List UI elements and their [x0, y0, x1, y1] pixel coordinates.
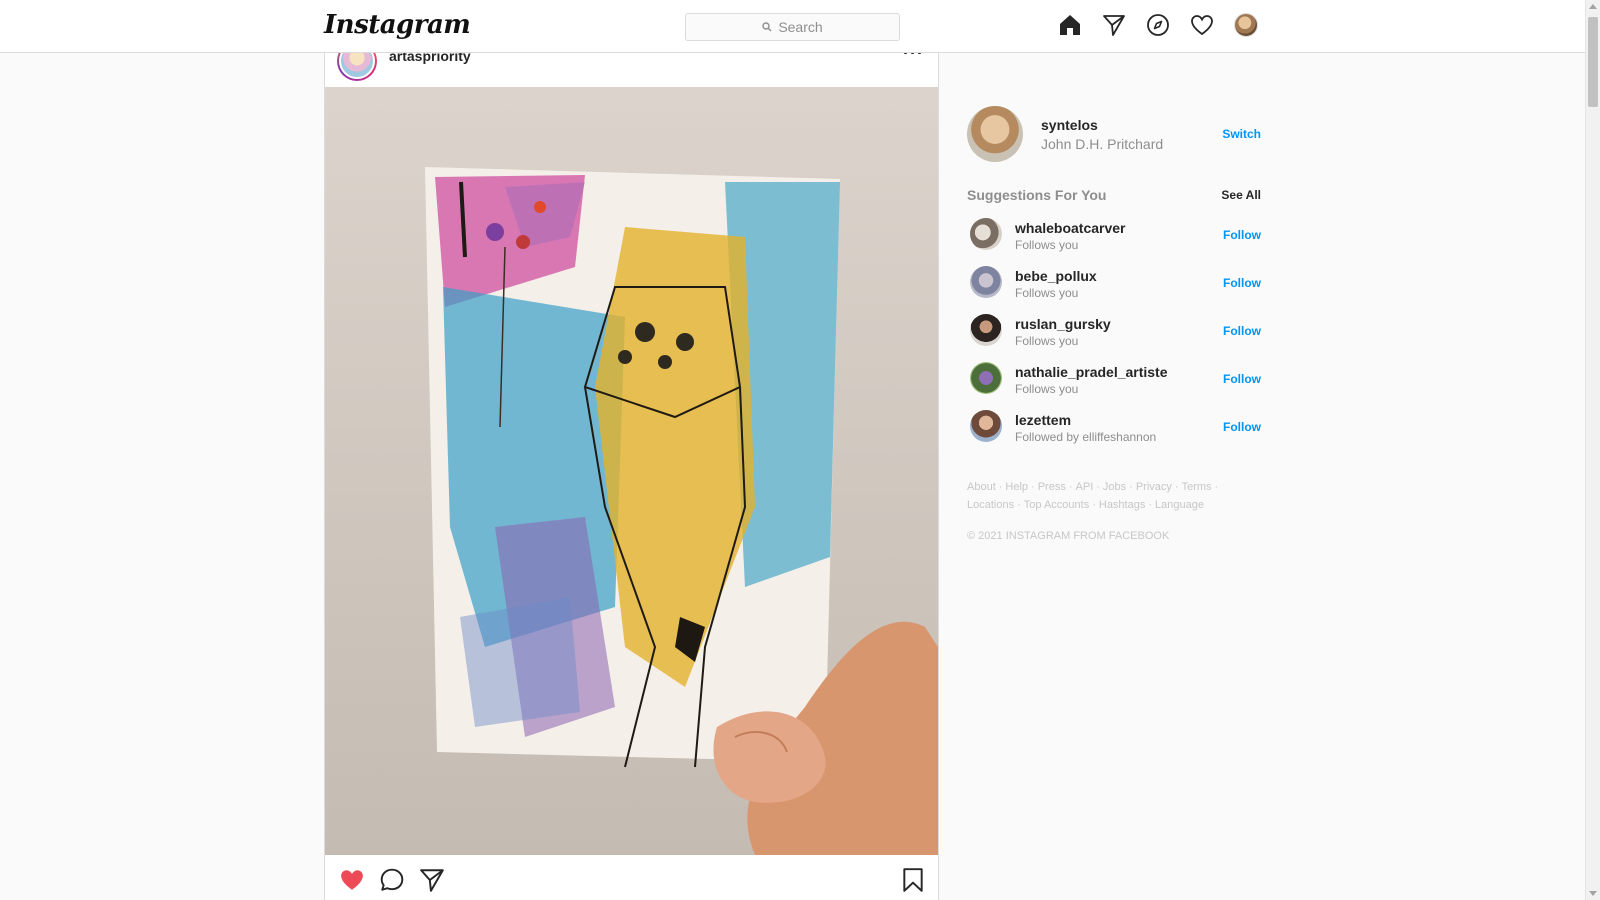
suggestion-username[interactable]: whaleboatcarver [1015, 220, 1126, 236]
footer-link-hashtags[interactable]: Hashtags [1099, 499, 1145, 511]
follow-button[interactable]: Follow [1223, 324, 1261, 338]
current-user-card: syntelos John D.H. Pritchard Switch [967, 106, 1261, 162]
current-user-avatar[interactable] [967, 106, 1023, 162]
suggestion-item: nathalie_pradel_artiste Follows you Foll… [967, 358, 1261, 406]
nav-icons [1058, 13, 1258, 37]
suggestion-item: whaleboatcarver Follows you Follow [967, 214, 1261, 262]
page-scrollbar[interactable] [1585, 0, 1600, 900]
footer-link-terms[interactable]: Terms [1182, 481, 1212, 493]
direct-icon[interactable] [1102, 13, 1126, 37]
home-icon[interactable] [1058, 13, 1082, 37]
current-user-username[interactable]: syntelos [1041, 117, 1098, 133]
post-image[interactable] [325, 87, 938, 855]
footer-link-press[interactable]: Press [1038, 481, 1066, 493]
scroll-up-arrow-icon[interactable] [1589, 4, 1597, 9]
suggestion-item: lezettem Followed by elliffeshannon Foll… [967, 406, 1261, 454]
follow-button[interactable]: Follow [1223, 228, 1261, 242]
suggestion-subtitle: Follows you [1015, 286, 1079, 300]
scrollbar-thumb[interactable] [1588, 17, 1598, 107]
current-user-fullname: John D.H. Pritchard [1041, 136, 1164, 152]
footer-link-about[interactable]: About [967, 481, 996, 493]
suggestion-avatar[interactable] [970, 314, 1002, 346]
suggestion-item: ruslan_gursky Follows you Follow [967, 310, 1261, 358]
suggestion-avatar[interactable] [970, 218, 1002, 250]
search-icon [762, 22, 772, 32]
footer-link-locations[interactable]: Locations [967, 499, 1014, 511]
footer-link-help[interactable]: Help [1005, 481, 1028, 493]
suggestions-header: Suggestions For You See All [967, 187, 1261, 203]
suggestion-subtitle: Followed by elliffeshannon [1015, 430, 1157, 444]
see-all-link[interactable]: See All [1221, 188, 1261, 202]
save-bookmark-icon[interactable] [900, 867, 926, 893]
suggestions-list: whaleboatcarver Follows you Follow bebe_… [967, 214, 1261, 454]
watercolor-painting-photo [325, 87, 938, 855]
suggestion-subtitle: Follows you [1015, 382, 1079, 396]
footer-link-api[interactable]: API [1076, 481, 1094, 493]
footer-links: About · Help · Press · API · Jobs · Privacy · Terms ·… [967, 481, 1219, 511]
follow-button[interactable]: Follow [1223, 276, 1261, 290]
explore-icon[interactable] [1146, 13, 1170, 37]
share-icon[interactable] [419, 867, 445, 893]
search-input[interactable]: Search [685, 13, 900, 41]
suggestion-avatar[interactable] [970, 362, 1002, 394]
follow-button[interactable]: Follow [1223, 420, 1261, 434]
feed-post: artaspriority ··· [324, 30, 939, 900]
copyright: © 2021 INSTAGRAM FROM FACEBOOK [967, 530, 1170, 542]
like-heart-icon[interactable] [339, 867, 365, 893]
search-placeholder: Search [778, 19, 823, 35]
footer-link-language[interactable]: Language [1155, 499, 1204, 511]
footer-link-top-accounts[interactable]: Top Accounts [1024, 499, 1089, 511]
suggestions-title: Suggestions For You [967, 187, 1107, 203]
suggestion-subtitle: Follows you [1015, 334, 1079, 348]
instagram-logo[interactable]: Instagram [324, 10, 471, 40]
scroll-down-arrow-icon[interactable] [1589, 891, 1597, 896]
follow-button[interactable]: Follow [1223, 372, 1261, 386]
suggestion-username[interactable]: nathalie_pradel_artiste [1015, 364, 1168, 380]
suggestion-avatar[interactable] [970, 410, 1002, 442]
top-nav: Instagram Search [0, 0, 1585, 53]
footer-link-privacy[interactable]: Privacy [1136, 481, 1172, 493]
suggestion-username[interactable]: bebe_pollux [1015, 268, 1097, 284]
suggestion-item: bebe_pollux Follows you Follow [967, 262, 1261, 310]
suggestion-subtitle: Follows you [1015, 238, 1079, 252]
activity-heart-icon[interactable] [1190, 13, 1214, 37]
suggestion-username[interactable]: lezettem [1015, 412, 1071, 428]
comment-icon[interactable] [379, 867, 405, 893]
footer-link-jobs[interactable]: Jobs [1103, 481, 1126, 493]
post-actions [325, 863, 938, 900]
suggestion-username[interactable]: ruslan_gursky [1015, 316, 1111, 332]
switch-account-button[interactable]: Switch [1222, 127, 1261, 141]
suggestion-avatar[interactable] [970, 266, 1002, 298]
profile-avatar[interactable] [1234, 13, 1258, 37]
